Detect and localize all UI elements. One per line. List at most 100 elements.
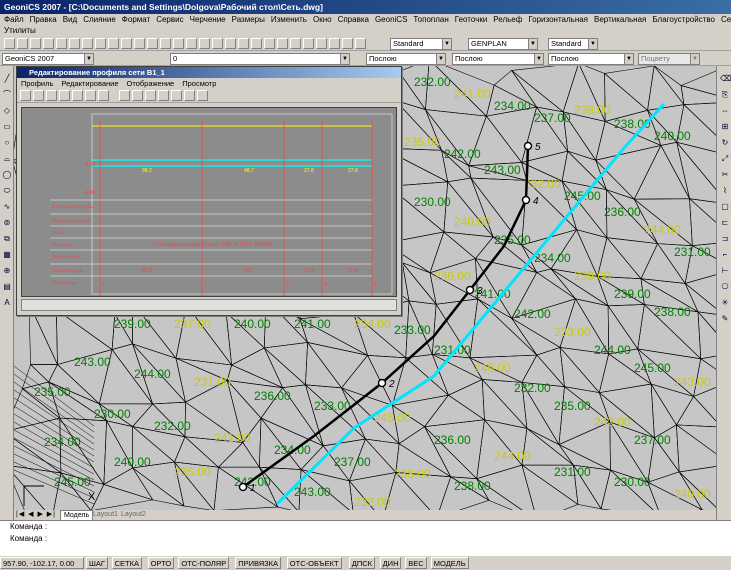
profile-toolbar-button[interactable]: [171, 90, 182, 101]
toolbar-button[interactable]: [108, 38, 119, 49]
draw-tool-icon[interactable]: ▤: [2, 282, 12, 292]
profile-menu-item[interactable]: Профиль: [21, 79, 53, 88]
chevron-down-icon[interactable]: ▼: [528, 39, 537, 49]
command-input-line[interactable]: Команда :: [10, 533, 731, 545]
color-combo[interactable]: Послою ▼: [366, 53, 446, 65]
app-profile-combo[interactable]: GeoniCS 2007 ▼: [2, 53, 94, 65]
profile-editor-window[interactable]: Редактирование профиля сети В1_1 Профиль…: [16, 66, 402, 316]
toolbar-button[interactable]: [277, 38, 288, 49]
toolbar-button[interactable]: [82, 38, 93, 49]
modify-tool-icon[interactable]: ⊢: [720, 266, 730, 276]
modify-tool-icon[interactable]: ⌫: [720, 74, 731, 84]
toolbar-button[interactable]: [316, 38, 327, 49]
profile-toolbar-button[interactable]: [46, 90, 57, 101]
profile-toolbar-button[interactable]: [197, 90, 208, 101]
chevron-down-icon[interactable]: ▼: [690, 54, 699, 64]
menu-item[interactable]: Горизонтальная: [528, 14, 588, 25]
toolbar-button[interactable]: [69, 38, 80, 49]
toolbar-button[interactable]: [329, 38, 340, 49]
draw-tool-icon[interactable]: ⬭: [2, 186, 12, 196]
menu-item[interactable]: Геоточки: [455, 14, 488, 25]
toolbar-button[interactable]: [303, 38, 314, 49]
layer-combo[interactable]: 0 ▼: [170, 53, 350, 65]
toolbar-button[interactable]: [17, 38, 28, 49]
toolbar-button[interactable]: [30, 38, 41, 49]
menu-item[interactable]: Черчение: [190, 14, 226, 25]
toolbar-button[interactable]: [95, 38, 106, 49]
toolbar-button[interactable]: [43, 38, 54, 49]
menu-item[interactable]: Топоплан: [413, 14, 448, 25]
toolbar-button[interactable]: [147, 38, 158, 49]
table-style-combo[interactable]: Standard ▼: [548, 38, 598, 50]
lineweight-combo[interactable]: Послою ▼: [548, 53, 634, 65]
dim-style-combo[interactable]: GENPLAN ▼: [468, 38, 538, 50]
profile-menu-item[interactable]: Отображение: [127, 79, 175, 88]
modify-tool-icon[interactable]: ⊏: [720, 218, 730, 228]
profile-horizontal-scrollbar[interactable]: [21, 299, 397, 311]
profile-toolbar-button[interactable]: [132, 90, 143, 101]
tab-layout1[interactable]: Layout1: [90, 510, 121, 520]
modify-tool-icon[interactable]: ⌇: [720, 186, 730, 196]
modify-tool-icon[interactable]: ⎘: [720, 90, 730, 100]
modify-tool-icon[interactable]: ⎔: [720, 282, 730, 292]
modify-tool-icon[interactable]: ⇔: [720, 106, 730, 116]
draw-tool-icon[interactable]: A: [2, 298, 12, 308]
modify-tool-icon[interactable]: ✂: [720, 170, 730, 180]
profile-toolbar-button[interactable]: [184, 90, 195, 101]
modify-tool-icon[interactable]: ✳: [720, 298, 730, 308]
menu-item[interactable]: Справка: [338, 14, 369, 25]
menu-item[interactable]: Слияние: [83, 14, 116, 25]
menu-item[interactable]: GeoniCS: [375, 14, 407, 25]
status-toggle[interactable]: ДИН: [379, 557, 402, 569]
profile-toolbar-button[interactable]: [158, 90, 169, 101]
status-toggle[interactable]: МОДЕЛЬ: [430, 557, 469, 569]
menu-item[interactable]: Вертикальная: [594, 14, 646, 25]
status-toggle[interactable]: СЕТКА: [111, 557, 142, 569]
toolbar-button[interactable]: [264, 38, 275, 49]
menu-item[interactable]: Вид: [63, 14, 77, 25]
text-style-combo[interactable]: Standard ▼: [390, 38, 452, 50]
modify-tool-icon[interactable]: ⤢: [720, 154, 730, 164]
linetype-combo[interactable]: Послою ▼: [452, 53, 544, 65]
draw-tool-icon[interactable]: ◇: [2, 106, 12, 116]
toolbar-button[interactable]: [186, 38, 197, 49]
menu-item[interactable]: Рельеф: [493, 14, 522, 25]
chevron-down-icon[interactable]: ▼: [436, 54, 445, 64]
profile-toolbar-button[interactable]: [98, 90, 109, 101]
command-window[interactable]: Команда : Команда :: [0, 520, 731, 556]
menu-item[interactable]: Сети: [721, 14, 731, 25]
chevron-down-icon[interactable]: ▼: [624, 54, 633, 64]
modify-tool-icon[interactable]: ⊐: [720, 234, 730, 244]
toolbar-button[interactable]: [238, 38, 249, 49]
chevron-down-icon[interactable]: ▼: [534, 54, 543, 64]
tab-nav-arrows[interactable]: |◀ ◀ ▶ ▶|: [16, 510, 56, 520]
tab-layout2[interactable]: Layout2: [118, 510, 149, 520]
toolbar-button[interactable]: [121, 38, 132, 49]
toolbar-button[interactable]: [199, 38, 210, 49]
toolbar-button[interactable]: [160, 38, 171, 49]
toolbar-button[interactable]: [290, 38, 301, 49]
profile-toolbar-button[interactable]: [145, 90, 156, 101]
menu-item[interactable]: Правка: [30, 14, 57, 25]
profile-menu-item[interactable]: Просмотр: [182, 79, 216, 88]
modify-tool-icon[interactable]: ↻: [720, 138, 730, 148]
chevron-down-icon[interactable]: ▼: [442, 39, 451, 49]
chevron-down-icon[interactable]: ▼: [588, 39, 597, 49]
status-toggle[interactable]: ОТС-ПОЛЯР: [178, 557, 230, 569]
toolbar-button[interactable]: [4, 38, 15, 49]
toolbar-button[interactable]: [173, 38, 184, 49]
toolbar-button[interactable]: [342, 38, 353, 49]
menu-item[interactable]: Файл: [4, 14, 24, 25]
profile-toolbar-button[interactable]: [20, 90, 31, 101]
toolbar-button[interactable]: [212, 38, 223, 49]
toolbar-button[interactable]: [225, 38, 236, 49]
draw-tool-icon[interactable]: ○: [2, 138, 12, 148]
draw-tool-icon[interactable]: ∿: [2, 202, 12, 212]
toolbar-button[interactable]: [251, 38, 262, 49]
menu-item[interactable]: Изменить: [271, 14, 307, 25]
menu-item[interactable]: Окно: [313, 14, 332, 25]
profile-toolbar-button[interactable]: [119, 90, 130, 101]
modify-tool-icon[interactable]: ▢: [720, 202, 730, 212]
status-toggle[interactable]: ВЕС: [405, 557, 427, 569]
profile-drawing[interactable]: -1.00 -2.00 Отметки лотка трубы Глубина зал…: [21, 107, 397, 297]
